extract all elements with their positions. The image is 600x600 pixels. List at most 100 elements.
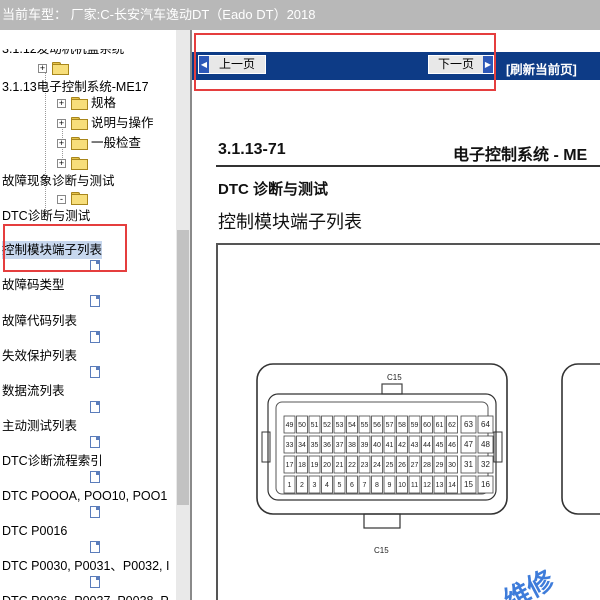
connector-pin-label: 10 xyxy=(398,482,406,489)
document-icon xyxy=(90,436,100,448)
connector-pin-label: 40 xyxy=(373,442,381,449)
connector-pin-label: 54 xyxy=(348,422,356,429)
expand-icon[interactable]: + xyxy=(38,64,47,73)
connector-pin-label: 1 xyxy=(288,482,292,489)
connector-pin-label: 38 xyxy=(348,442,356,449)
connector-pin-label: 26 xyxy=(398,462,406,469)
tree-item-description-operation[interactable]: 说明与操作 xyxy=(91,114,154,132)
connector-pin-label: 4 xyxy=(325,482,329,489)
connector-pin-label: 48 xyxy=(481,440,490,449)
connector-pin-label: 39 xyxy=(361,442,369,449)
tree-highlight-box xyxy=(3,224,127,272)
connector-pin-label: 3 xyxy=(313,482,317,489)
tree-item-dtc-p0036[interactable]: DTC P0036, P0037, P0038, P xyxy=(2,592,169,600)
document-icon xyxy=(90,401,100,413)
connector-pin-label: 51 xyxy=(311,422,319,429)
tree-item-dtc-diagnosis[interactable]: DTC诊断与测试 xyxy=(2,207,90,225)
page-heading: DTC 诊断与测试 xyxy=(218,181,328,198)
folder-icon xyxy=(71,97,88,110)
connector-pin-label: 14 xyxy=(448,482,456,489)
expand-icon[interactable]: - xyxy=(57,195,66,204)
connector-pin-label: 24 xyxy=(373,462,381,469)
folder-icon xyxy=(71,137,88,150)
connector-pin-label: 9 xyxy=(388,482,392,489)
connector-pin-label: 7 xyxy=(363,482,367,489)
document-icon xyxy=(90,295,100,307)
page-number: 3.1.13-71 xyxy=(218,141,286,158)
tree-item-general-check[interactable]: 一般检查 xyxy=(91,134,141,152)
expand-icon[interactable]: + xyxy=(57,139,66,148)
connector-pin-label: 55 xyxy=(361,422,369,429)
connector-pin-label: 11 xyxy=(411,482,418,489)
connector-pin-label: 33 xyxy=(286,442,294,449)
connector-pin-label: 2 xyxy=(300,482,304,489)
tree-item-3-1-12[interactable]: 3.1.12发动机机盖系统 xyxy=(2,49,124,58)
refresh-page-link[interactable]: [刷新当前页] xyxy=(506,59,577,78)
tree-item-data-stream-list[interactable]: 数据流列表 xyxy=(2,382,65,400)
connector-pin-label: 27 xyxy=(411,462,419,469)
connector-pin-label: 35 xyxy=(311,442,319,449)
expand-icon[interactable]: + xyxy=(57,159,66,168)
connector-pin-label: 21 xyxy=(336,462,344,469)
connector-pin-label: 28 xyxy=(423,462,431,469)
connector-pin-label: 17 xyxy=(286,462,294,469)
connector-pin-label: 34 xyxy=(298,442,306,449)
tree-item-symptom-diagnosis[interactable]: 故障现象诊断与测试 xyxy=(2,172,115,190)
connector-pin-label: 12 xyxy=(423,482,431,489)
tree-item-dtc-list[interactable]: 故障代码列表 xyxy=(2,312,77,330)
expand-icon[interactable]: + xyxy=(57,99,66,108)
tree-item-dtc-p0016[interactable]: DTC P0016 xyxy=(2,522,67,540)
connector-bottom-label: C15 xyxy=(374,546,389,555)
title-bar-text: 当前车型： 厂家:C-长安汽车逸动DT（Eado DT）2018 xyxy=(2,7,316,22)
connector-pin-label: 61 xyxy=(436,422,444,429)
connector-pin-label: 43 xyxy=(411,442,419,449)
pin-grid: 49 50 51 52 53 54 55 56 57 58 59 60 61 62 63 6433 34 35 36… xyxy=(283,415,494,494)
connector-pin-label: 59 xyxy=(411,422,419,429)
connector-pin-label: 56 xyxy=(373,422,381,429)
nav-highlight-box xyxy=(194,33,496,91)
connector-pin-label: 52 xyxy=(323,422,331,429)
connector-pin-label: 16 xyxy=(481,480,490,489)
page-frame-top xyxy=(216,243,600,245)
folder-icon xyxy=(71,157,88,170)
connector-pin-label: 23 xyxy=(361,462,369,469)
connector-diagram: C15 C15 49 50 51 52 53 54 55 56 57 58 59 60 61 62 63 64… xyxy=(256,363,600,555)
document-icon xyxy=(90,366,100,378)
tree-item-dtc-flow-index[interactable]: DTC诊断流程索引 xyxy=(2,452,103,470)
connector-pin-label: 53 xyxy=(336,422,344,429)
tree-item-active-test-list[interactable]: 主动测试列表 xyxy=(2,417,77,435)
expand-icon[interactable]: + xyxy=(57,119,66,128)
tree-item-dtc-p000a[interactable]: DTC POOOA, POO10, POO1 xyxy=(2,487,167,505)
connector-pin-label: 41 xyxy=(386,442,394,449)
connector-pin-label: 50 xyxy=(298,422,306,429)
connector-pin-label: 31 xyxy=(464,460,473,469)
page-frame-left xyxy=(216,243,218,600)
tree-item-failsafe-list[interactable]: 失效保护列表 xyxy=(2,347,77,365)
connector-pin-label: 42 xyxy=(398,442,406,449)
folder-icon xyxy=(71,117,88,130)
connector-pin-label: 46 xyxy=(448,442,456,449)
connector-pin-label: 19 xyxy=(311,462,319,469)
navigation-tree[interactable]: 3.1.12发动机机盖系统 + 3.1.13电子控制系统-ME17 + 规格 +… xyxy=(0,30,176,600)
document-icon xyxy=(90,471,100,483)
tree-scrollbar[interactable] xyxy=(176,30,190,600)
connector-pin-label: 63 xyxy=(464,420,473,429)
connector-pin-label: 18 xyxy=(298,462,306,469)
tree-item-3-1-13[interactable]: 3.1.13电子控制系统-ME17 xyxy=(2,78,149,96)
connector-pin-label: 45 xyxy=(436,442,444,449)
connector-pin-label: 25 xyxy=(386,462,394,469)
document-icon xyxy=(90,541,100,553)
connector-pin-label: 22 xyxy=(348,462,356,469)
connector-pin-label: 60 xyxy=(423,422,431,429)
tree-item-dtc-p0030[interactable]: DTC P0030, P0031、P0032, I xyxy=(2,557,169,575)
scrollbar-thumb[interactable] xyxy=(177,230,189,505)
connector-pin-label: 49 xyxy=(286,422,294,429)
tree-item-specs[interactable]: 规格 xyxy=(91,94,116,112)
tree-item-dtc-types[interactable]: 故障码类型 xyxy=(2,276,65,294)
header-divider xyxy=(216,165,600,167)
document-icon xyxy=(90,331,100,343)
connector-pin-label: 62 xyxy=(448,422,456,429)
folder-icon xyxy=(52,62,69,75)
connector-pin-label: 13 xyxy=(436,482,444,489)
connector-pin-label: 37 xyxy=(336,442,344,449)
